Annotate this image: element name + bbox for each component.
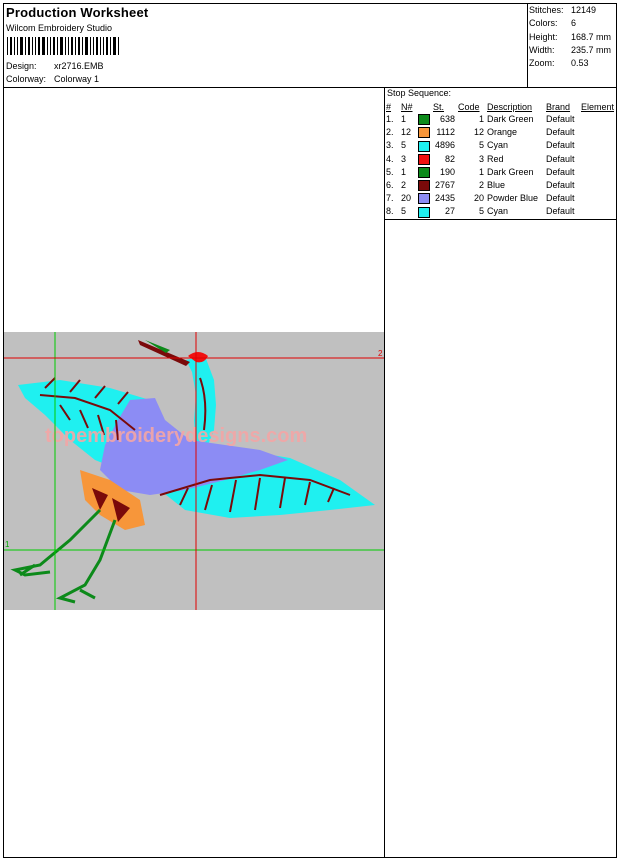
marker-start: 1 <box>5 540 10 549</box>
beak <box>138 340 190 366</box>
legs <box>10 508 117 604</box>
watermark-text: topembroiderydesigns.com <box>45 425 307 447</box>
embroidery-design-preview: topembroiderydesigns.com 1 2 <box>4 332 384 610</box>
marker-end: 2 <box>378 349 383 358</box>
